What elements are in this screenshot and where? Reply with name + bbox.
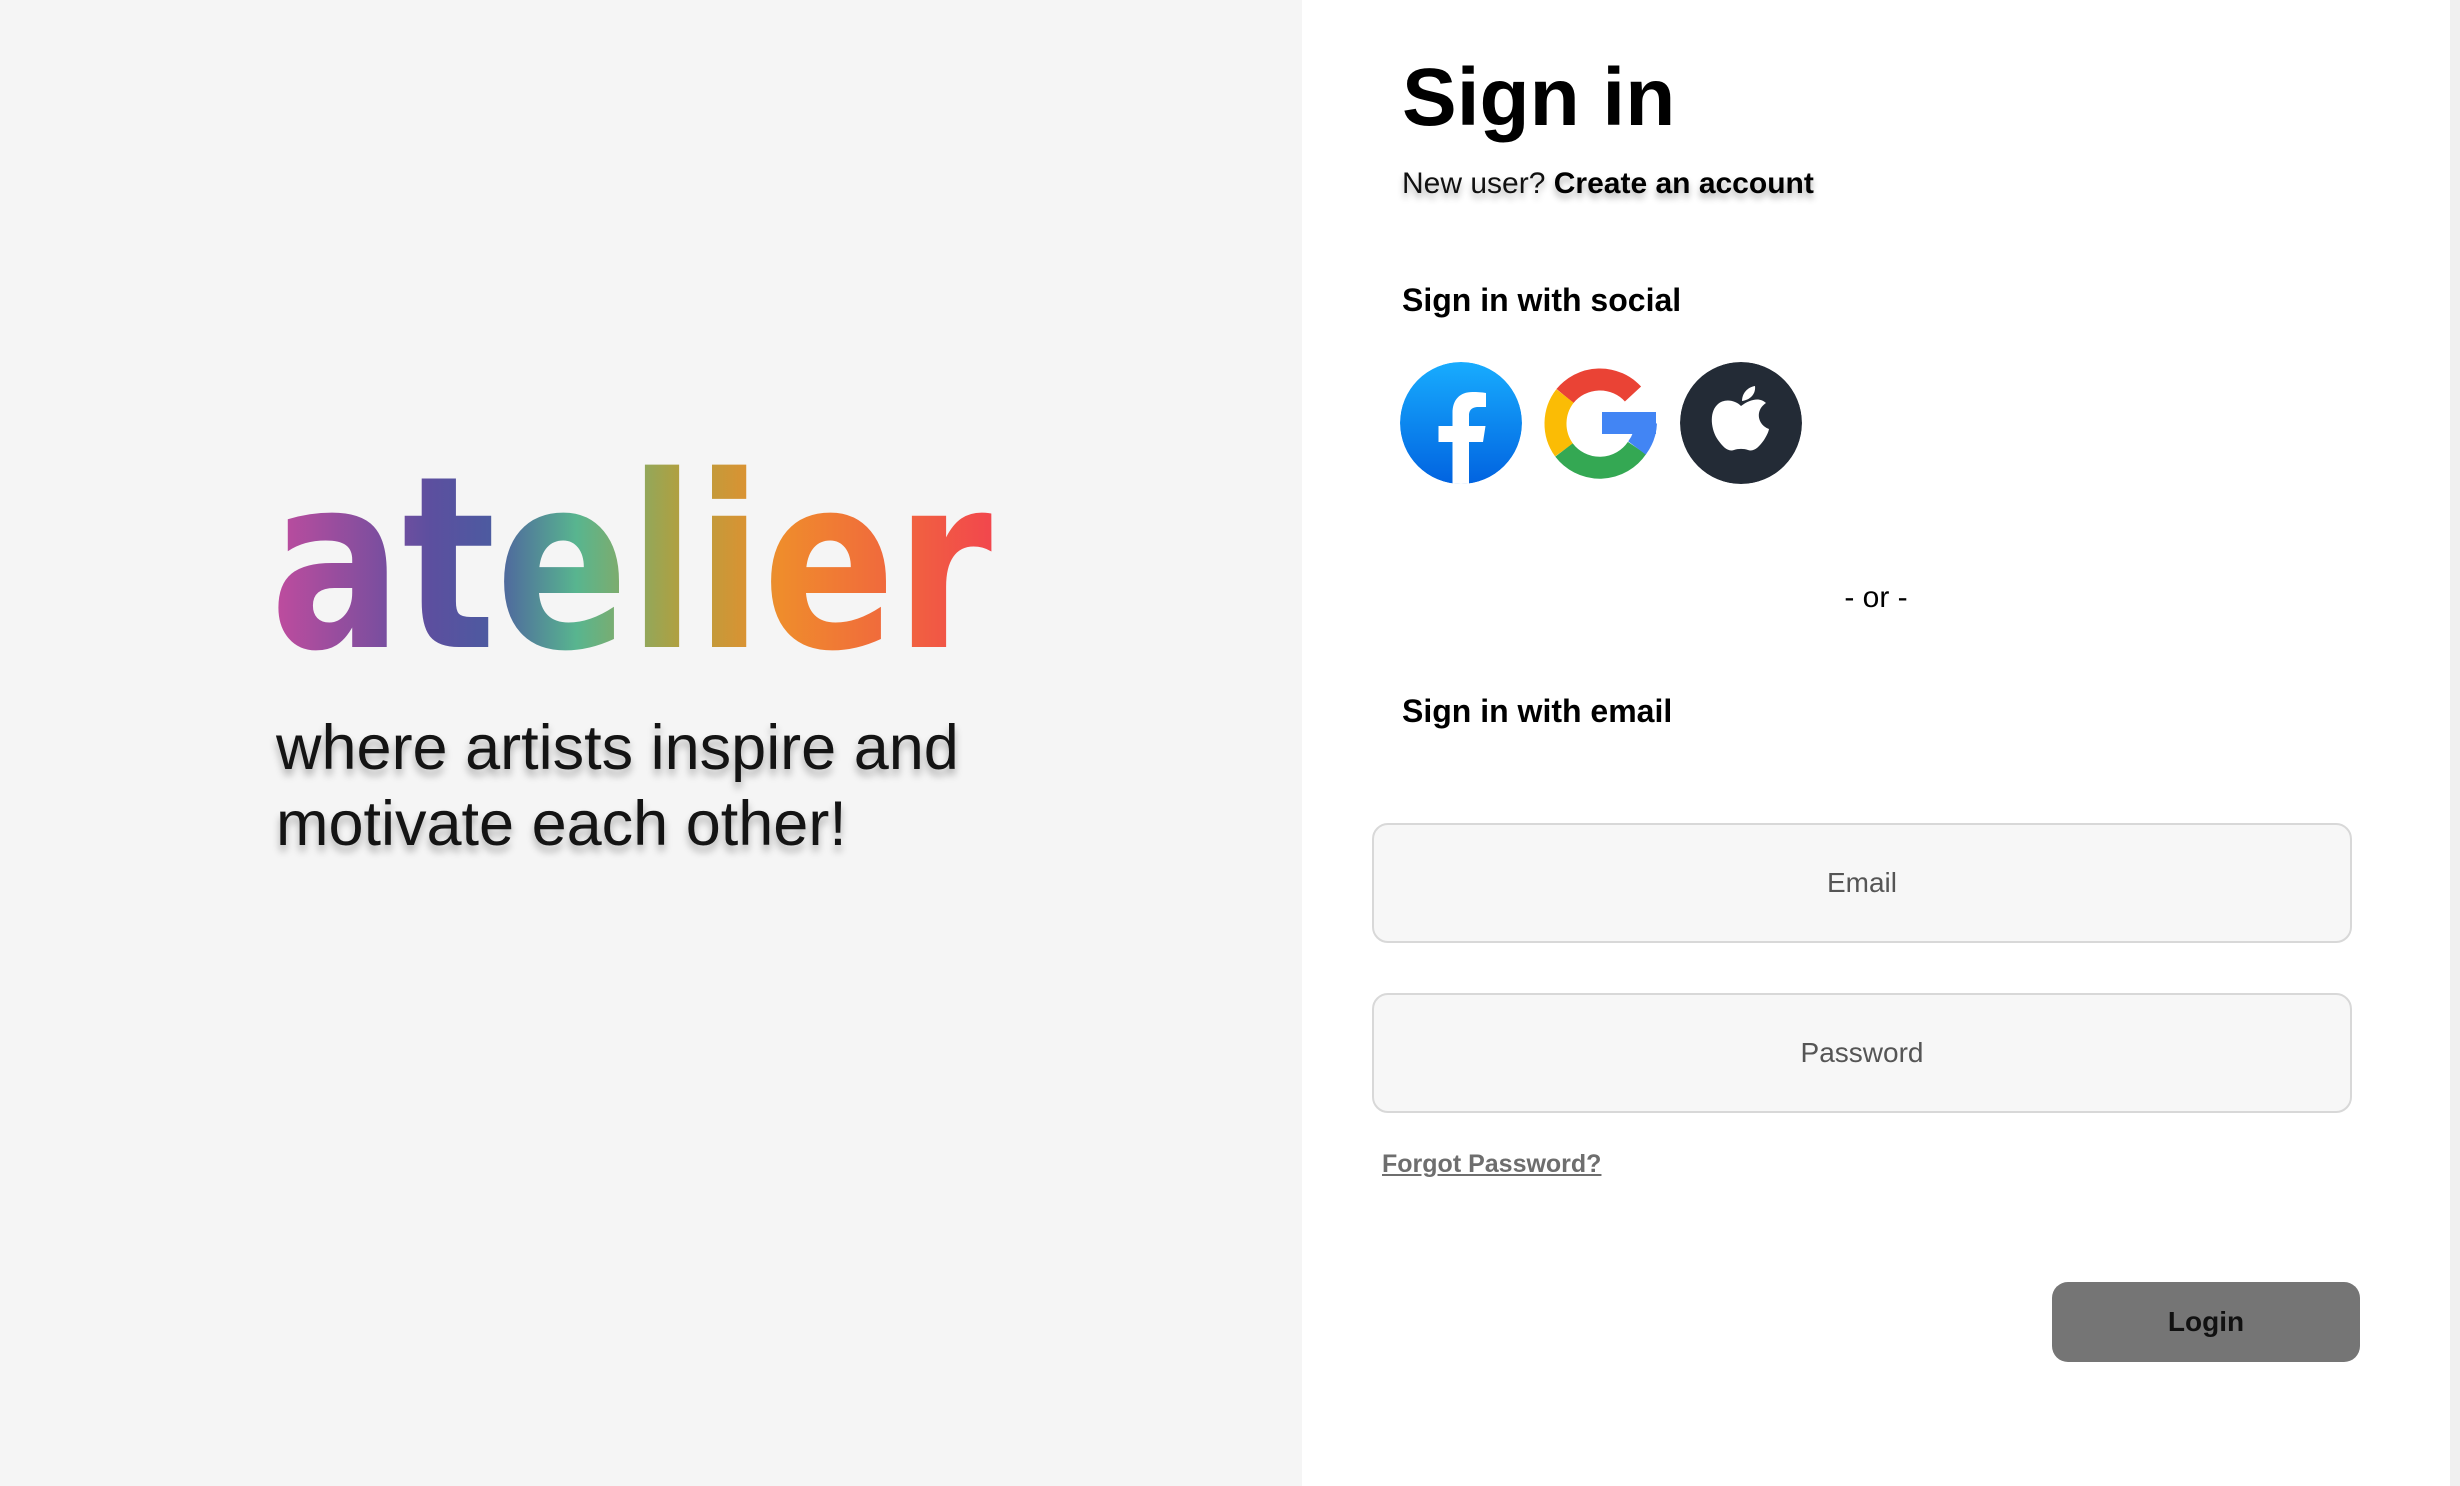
- facebook-icon[interactable]: [1400, 362, 1522, 484]
- or-divider: - or -: [1844, 581, 1908, 614]
- new-user-prompt: New user?: [1402, 167, 1546, 200]
- page-scrollbar[interactable]: [2450, 0, 2460, 1486]
- signin-panel: [1302, 0, 2450, 1486]
- google-icon[interactable]: [1540, 362, 1662, 484]
- page-title: Sign in: [1402, 52, 1676, 143]
- brand-tagline: where artists inspire and motivate each …: [276, 713, 959, 859]
- create-account-link[interactable]: Create an account: [1554, 167, 1814, 200]
- logo-text: atelier: [270, 462, 992, 662]
- new-user-line: New user? Create an account: [1402, 164, 1814, 204]
- social-buttons: [1400, 362, 1802, 484]
- brand-panel: atelier where artists inspire and motiva…: [0, 0, 1302, 1486]
- email-heading: Sign in with email: [1402, 693, 1673, 729]
- password-input[interactable]: [1372, 993, 2352, 1113]
- forgot-password-link[interactable]: Forgot Password?: [1382, 1148, 1601, 1180]
- signin-page: atelier where artists inspire and motiva…: [0, 0, 2460, 1486]
- apple-icon[interactable]: [1680, 362, 1802, 484]
- atelier-logo: atelier: [270, 462, 992, 662]
- email-input[interactable]: [1372, 823, 2352, 943]
- social-heading: Sign in with social: [1402, 282, 1682, 318]
- login-button[interactable]: Login: [2052, 1282, 2360, 1362]
